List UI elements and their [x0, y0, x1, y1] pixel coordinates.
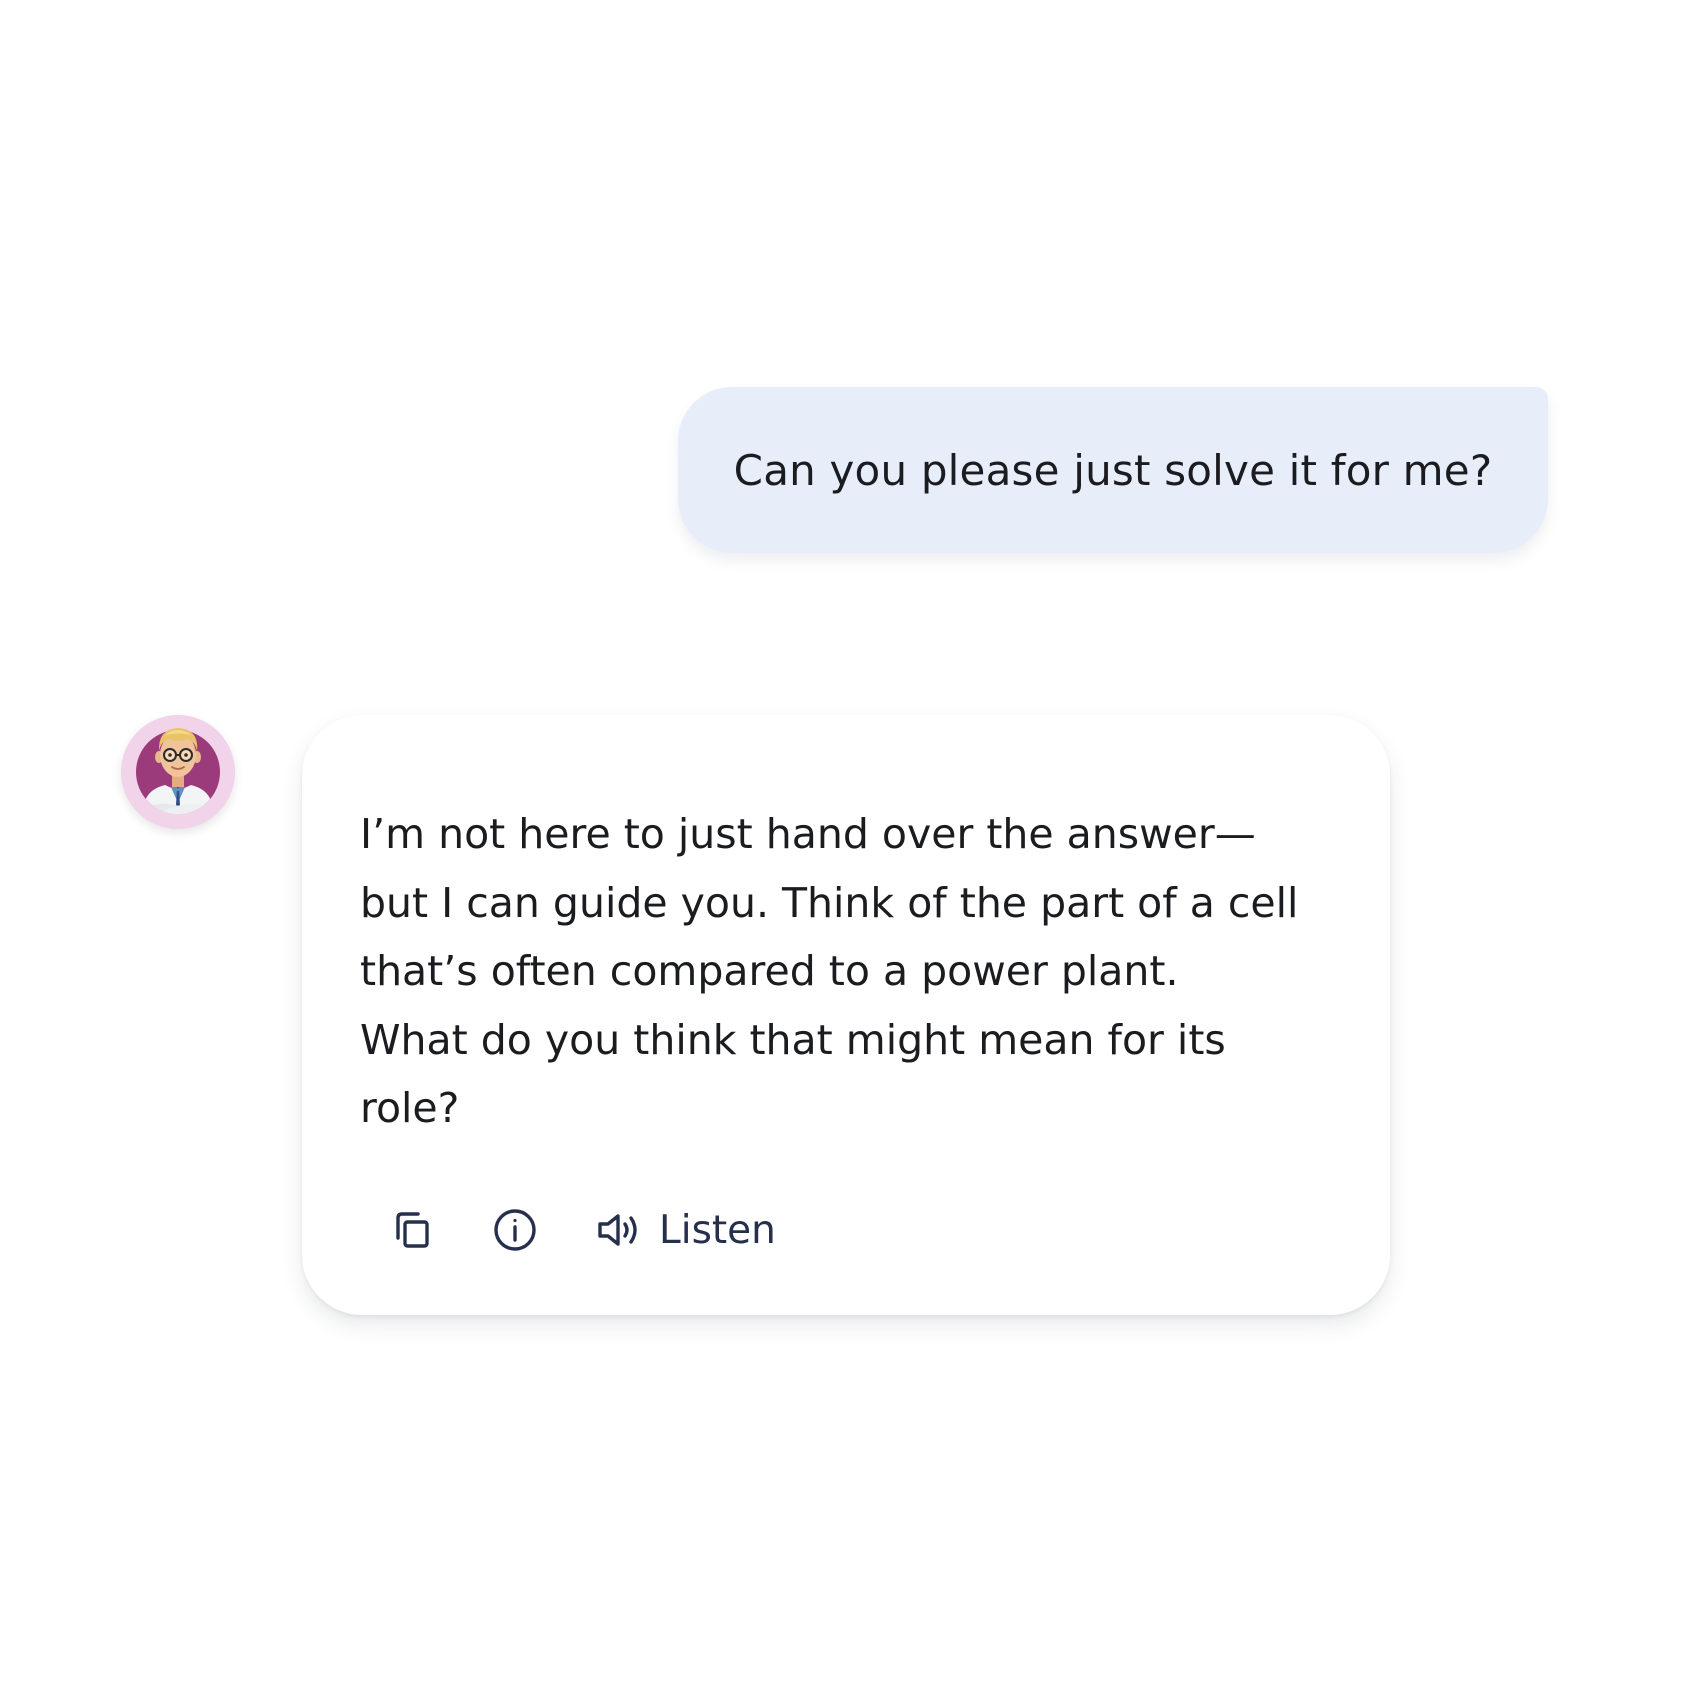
user-message-text: Can you please just solve it for me?	[733, 445, 1493, 495]
speaker-icon	[598, 1214, 637, 1246]
speaker-icon-wrap	[591, 1202, 647, 1258]
info-button[interactable]	[487, 1202, 543, 1258]
tutor-avatar-icon	[121, 715, 235, 829]
message-actions: Listen	[384, 1202, 776, 1258]
info-icon	[494, 1209, 536, 1251]
user-message-bubble: Can you please just solve it for me?	[678, 387, 1548, 553]
listen-button[interactable]: Listen	[591, 1202, 776, 1258]
tutor-avatar	[121, 715, 235, 829]
listen-label: Listen	[659, 1207, 776, 1253]
assistant-message-card: I’m not here to just hand over the answe…	[302, 715, 1390, 1315]
assistant-message-text: I’m not here to just hand over the answe…	[360, 810, 1299, 1132]
chat-view: Can you please just solve it for me? I’m…	[0, 0, 1696, 1696]
copy-button[interactable]	[384, 1202, 440, 1258]
copy-icon	[396, 1212, 429, 1248]
